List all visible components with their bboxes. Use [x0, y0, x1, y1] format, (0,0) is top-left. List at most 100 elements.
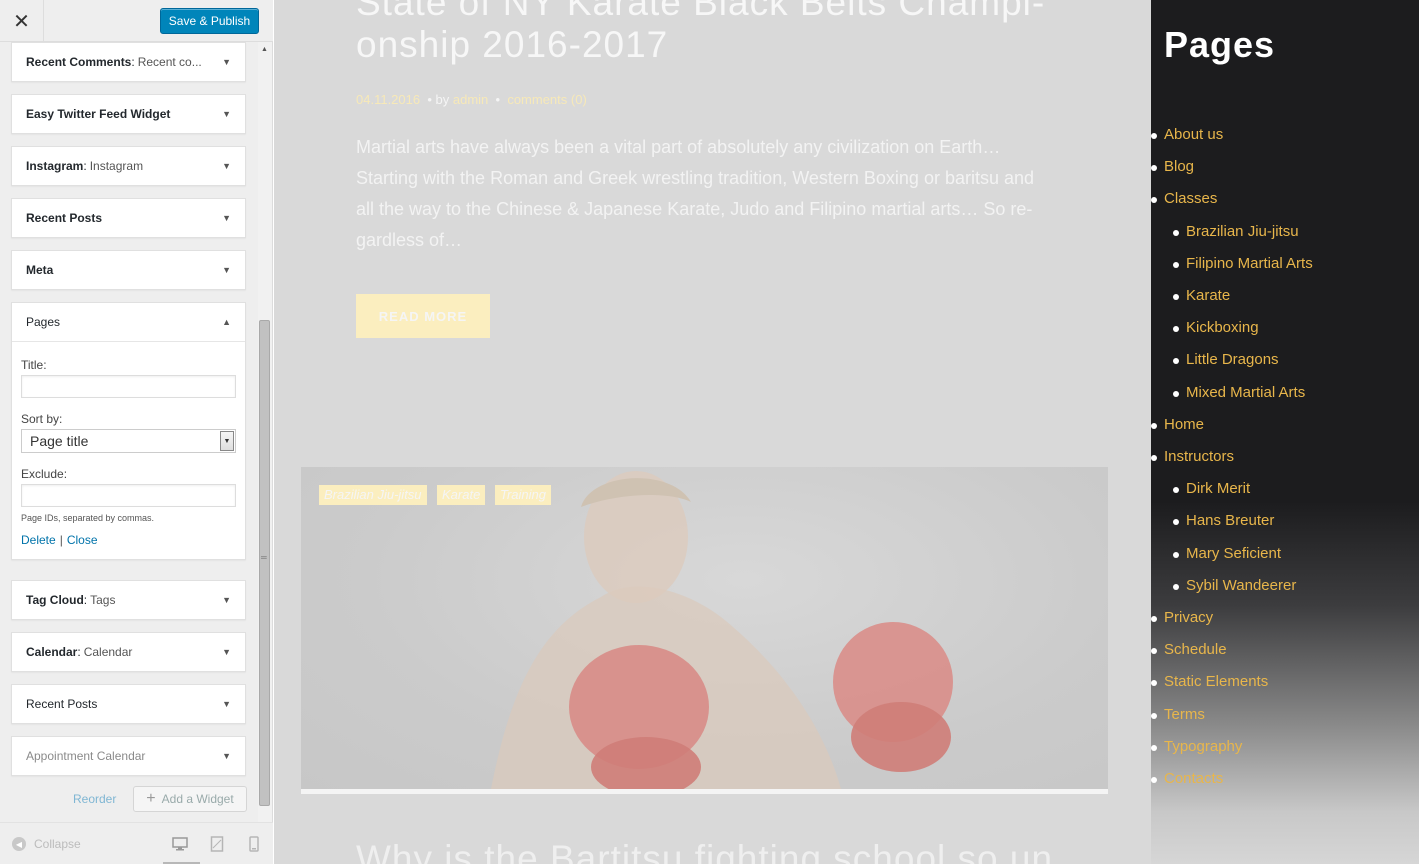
sidebar-page-item[interactable]: Static Elements: [1151, 673, 1268, 690]
chevron-down-icon[interactable]: ▼: [222, 751, 231, 761]
scroll-up-arrow-icon[interactable]: ▲: [261, 46, 268, 53]
sidebar-page-item[interactable]: Kickboxing: [1173, 319, 1259, 336]
sidebar-page-item[interactable]: Home: [1151, 416, 1204, 433]
sidebar-page-label: Sybil Wandeerer: [1186, 577, 1297, 594]
sidebar-page-label: Mary Seficient: [1186, 545, 1282, 562]
chevron-up-icon[interactable]: ▲: [222, 317, 231, 327]
chevron-down-icon[interactable]: ▼: [222, 595, 231, 605]
scrollbar[interactable]: ▲ ═: [258, 42, 272, 822]
sidebar-page-item[interactable]: Sybil Wandeerer: [1173, 577, 1297, 594]
post-title[interactable]: State of NY Karate Black Belts Champi- o…: [356, 0, 1056, 66]
chevron-down-icon[interactable]: ▼: [222, 647, 231, 657]
bullet-icon: [1151, 713, 1157, 719]
sidebar-title: Pages: [1164, 24, 1276, 65]
delete-link[interactable]: Delete: [21, 533, 56, 547]
sortby-select[interactable]: Page title ▼: [21, 429, 236, 453]
widget-title: Recent Posts: [26, 697, 98, 711]
bullet-icon: [1173, 230, 1179, 236]
collapse-arrow-icon: ◀: [12, 837, 26, 851]
sidebar-page-item[interactable]: Karate: [1173, 287, 1231, 304]
bullet-icon: [1173, 326, 1179, 332]
sidebar-page-item[interactable]: Mary Seficient: [1173, 545, 1282, 562]
chevron-down-icon[interactable]: ▼: [222, 213, 231, 223]
bullet-icon: [1173, 358, 1179, 364]
next-post-title[interactable]: Why is the Bartitsu fighting school so u…: [356, 838, 1056, 864]
read-more-button[interactable]: READ MORE: [356, 294, 490, 338]
add-widget-label: Add a Widget: [161, 792, 234, 806]
sidebar-page-item[interactable]: Filipino Martial Arts: [1173, 255, 1313, 272]
sidebar-page-label: Karate: [1186, 287, 1231, 304]
collapse-button[interactable]: ◀ Collapse: [12, 837, 81, 851]
sidebar-page-item[interactable]: Classes: [1151, 190, 1217, 207]
customizer-footer: ◀ Collapse: [0, 822, 273, 864]
close-icon[interactable]: ✕: [0, 0, 44, 42]
title-label: Title:: [21, 358, 47, 372]
sidebar-page-item[interactable]: Privacy: [1151, 609, 1213, 626]
sidebar-page-item[interactable]: Blog: [1151, 158, 1194, 175]
sidebar-page-label: Typography: [1164, 738, 1243, 755]
sidebar-page-item[interactable]: Instructors: [1151, 448, 1235, 465]
chevron-down-icon[interactable]: ▼: [222, 161, 231, 171]
sortby-value: Page title: [30, 433, 89, 449]
bullet-icon: [1151, 680, 1157, 686]
post-comments[interactable]: comments (0): [507, 92, 586, 107]
chevron-down-icon[interactable]: ▼: [222, 57, 231, 67]
exclude-input[interactable]: [21, 484, 236, 507]
chevron-down-icon[interactable]: ▼: [222, 109, 231, 119]
post-tag[interactable]: Brazilian Jiu-jitsu: [319, 485, 427, 505]
widget-recent-comments[interactable]: Recent Comments: Recent co... ▼: [11, 42, 246, 82]
bullet-icon: [1173, 487, 1179, 493]
mobile-preview-icon[interactable]: [245, 835, 263, 853]
post-featured-image[interactable]: Brazilian Jiu-jitsu Karate Training: [301, 467, 1108, 789]
widget-recent-posts[interactable]: Recent Posts ▼: [11, 198, 246, 238]
widget-appointment-calendar[interactable]: Appointment Calendar ▼: [11, 736, 246, 776]
post-by: by: [435, 92, 450, 107]
widget-subtitle: Tags: [90, 593, 116, 607]
widget-actions: Delete | Close: [21, 533, 98, 547]
post-date[interactable]: 04.11.2016: [356, 92, 420, 107]
widget-tag-cloud[interactable]: Tag Cloud: Tags ▼: [11, 580, 246, 620]
bullet-icon: [1173, 552, 1179, 558]
sidebar-page-label: Instructors: [1164, 448, 1235, 465]
add-widget-button[interactable]: + Add a Widget: [133, 786, 247, 812]
sidebar-page-item[interactable]: Terms: [1151, 706, 1205, 723]
reorder-link[interactable]: Reorder: [73, 792, 116, 806]
widget-meta[interactable]: Meta ▼: [11, 250, 246, 290]
sidebar-page-item[interactable]: Dirk Merit: [1173, 480, 1251, 497]
widget-recent-posts-2[interactable]: Recent Posts ▼: [11, 684, 246, 724]
widget-easy-twitter-feed[interactable]: Easy Twitter Feed Widget ▼: [11, 94, 246, 134]
scrollbar-thumb[interactable]: [259, 320, 270, 806]
desktop-preview-icon[interactable]: [163, 835, 200, 864]
sidebar-page-item[interactable]: Contacts: [1151, 770, 1223, 787]
bullet-icon: [1151, 777, 1157, 783]
sidebar-page-item[interactable]: Brazilian Jiu-jitsu: [1173, 223, 1299, 240]
chevron-down-icon[interactable]: ▼: [222, 265, 231, 275]
sidebar-page-item[interactable]: Typography: [1151, 738, 1243, 755]
post-author[interactable]: admin: [453, 92, 488, 107]
bullet-icon: [1151, 745, 1157, 751]
sidebar-page-item[interactable]: Little Dragons: [1173, 351, 1279, 368]
sidebar-page-item[interactable]: Mixed Martial Arts: [1173, 384, 1305, 401]
chevron-down-icon: ▼: [220, 431, 234, 451]
close-link[interactable]: Close: [67, 533, 98, 547]
widget-title: Tag Cloud: [26, 593, 84, 607]
sidebar-page-label: About us: [1164, 126, 1224, 143]
widget-title: Instagram: [26, 159, 84, 173]
post-tag[interactable]: Training: [495, 485, 552, 505]
chevron-down-icon[interactable]: ▼: [222, 699, 231, 709]
title-input[interactable]: [21, 375, 236, 398]
post-tag[interactable]: Karate: [437, 485, 486, 505]
widget-calendar[interactable]: Calendar: Calendar ▼: [11, 632, 246, 672]
sidebar-page-label: Brazilian Jiu-jitsu: [1186, 223, 1299, 240]
sidebar-page-item[interactable]: About us: [1151, 126, 1224, 143]
plus-icon: +: [146, 790, 156, 807]
tablet-preview-icon[interactable]: [208, 835, 226, 853]
sidebar-page-item[interactable]: Schedule: [1151, 641, 1227, 658]
boxer-image: [491, 471, 953, 789]
widget-instagram[interactable]: Instagram: Instagram ▼: [11, 146, 246, 186]
sidebar-page-item[interactable]: Hans Breuter: [1173, 512, 1274, 529]
exclude-help: Page IDs, separated by commas.: [21, 513, 155, 523]
widget-pages[interactable]: Pages ▲ Title: Sort by: Page title ▼ Exc…: [11, 302, 246, 560]
sidebar-page-label: Dirk Merit: [1186, 480, 1251, 497]
save-publish-button[interactable]: Save & Publish: [160, 8, 259, 34]
